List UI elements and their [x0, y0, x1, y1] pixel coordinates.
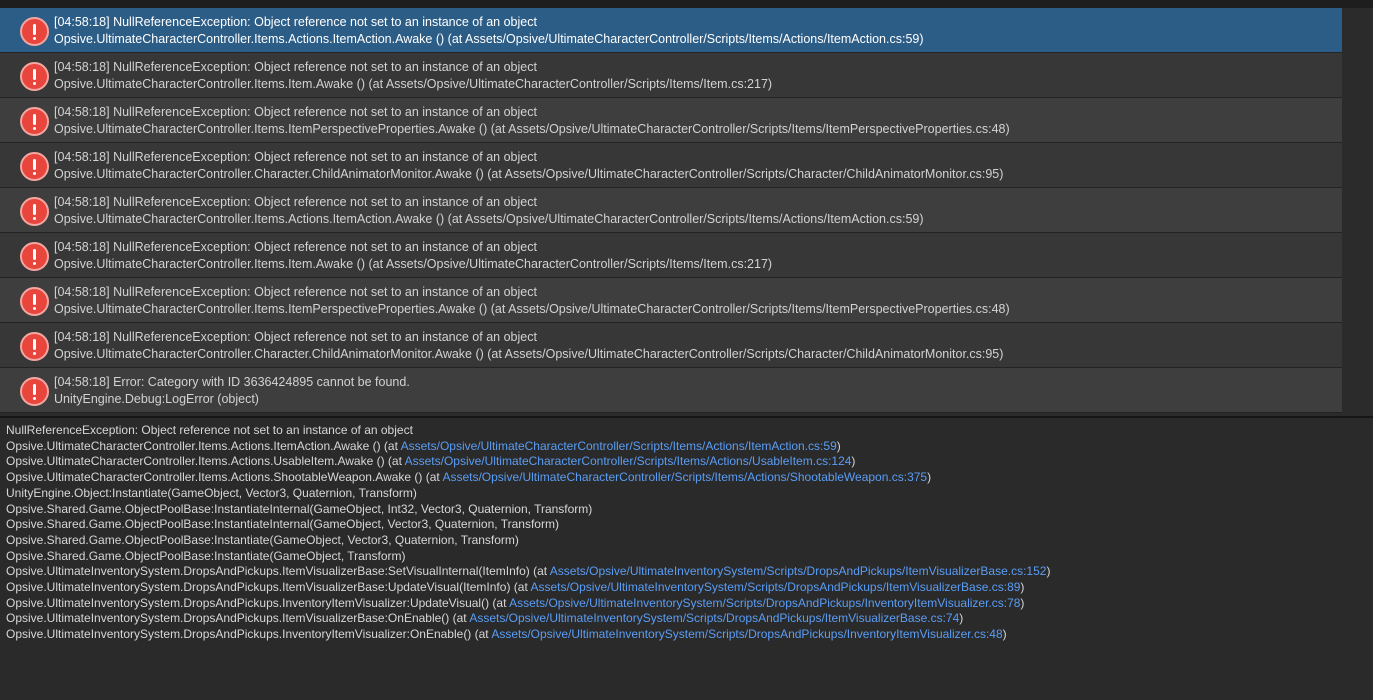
error-icon — [20, 17, 49, 46]
source-link[interactable]: Assets/Opsive/UltimateInventorySystem/Sc… — [550, 564, 1047, 578]
stack-line: Opsive.UltimateInventorySystem.DropsAndP… — [6, 580, 1025, 595]
log-entry-stack: Opsive.UltimateCharacterController.Items… — [54, 122, 1010, 136]
log-entry-stack: Opsive.UltimateCharacterController.Chara… — [54, 347, 1004, 361]
log-entry[interactable]: [04:58:18] NullReferenceException: Objec… — [0, 323, 1342, 368]
error-icon — [20, 62, 49, 91]
error-icon — [20, 377, 49, 406]
log-entry[interactable]: [04:58:18] NullReferenceException: Objec… — [0, 233, 1342, 278]
log-entry-stack: Opsive.UltimateCharacterController.Items… — [54, 257, 773, 271]
error-icon — [20, 242, 49, 271]
log-entry[interactable]: [04:58:18] NullReferenceException: Objec… — [0, 143, 1342, 188]
source-link[interactable]: Assets/Opsive/UltimateInventorySystem/Sc… — [509, 596, 1020, 610]
log-entry-stack: Opsive.UltimateCharacterController.Items… — [54, 32, 924, 46]
stack-line: Opsive.UltimateCharacterController.Items… — [6, 470, 932, 485]
log-entry-message: [04:58:18] NullReferenceException: Objec… — [54, 60, 537, 74]
error-icon — [20, 152, 49, 181]
source-link[interactable]: Assets/Opsive/UltimateCharacterControlle… — [442, 470, 927, 484]
log-entry-message: [04:58:18] NullReferenceException: Objec… — [54, 240, 537, 254]
stack-line: Opsive.Shared.Game.ObjectPoolBase:Instan… — [6, 532, 519, 547]
error-icon — [20, 287, 49, 316]
stack-line: UnityEngine.Object:Instantiate(GameObjec… — [6, 485, 417, 500]
source-link[interactable]: Assets/Opsive/UltimateCharacterControlle… — [401, 439, 837, 453]
stack-line: Opsive.UltimateCharacterController.Items… — [6, 438, 841, 453]
stack-line: Opsive.Shared.Game.ObjectPoolBase:Instan… — [6, 548, 406, 563]
log-entry-stack: UnityEngine.Debug:LogError (object) — [54, 392, 259, 406]
source-link[interactable]: Assets/Opsive/UltimateInventorySystem/Sc… — [491, 627, 1002, 641]
log-entry[interactable]: [04:58:18] NullReferenceException: Objec… — [0, 278, 1342, 323]
log-entry-message: [04:58:18] NullReferenceException: Objec… — [54, 105, 537, 119]
stack-line: Opsive.UltimateInventorySystem.DropsAndP… — [6, 611, 964, 626]
log-entry[interactable]: [04:58:18] NullReferenceException: Objec… — [0, 98, 1342, 143]
stack-line: Opsive.Shared.Game.ObjectPoolBase:Instan… — [6, 517, 559, 532]
log-entry-stack: Opsive.UltimateCharacterController.Items… — [54, 302, 1010, 316]
stack-line: Opsive.Shared.Game.ObjectPoolBase:Instan… — [6, 501, 593, 516]
log-entry-message: [04:58:18] NullReferenceException: Objec… — [54, 15, 537, 29]
log-entry[interactable]: [04:58:18] NullReferenceException: Objec… — [0, 8, 1342, 53]
console-log-list: [04:58:18] NullReferenceException: Objec… — [0, 8, 1342, 416]
log-entry-stack: Opsive.UltimateCharacterController.Items… — [54, 212, 924, 226]
log-entry-stack: Opsive.UltimateCharacterController.Items… — [54, 77, 773, 91]
stack-line: Opsive.UltimateInventorySystem.DropsAndP… — [6, 564, 1051, 579]
stack-line: Opsive.UltimateCharacterController.Items… — [6, 454, 856, 469]
log-entry-message: [04:58:18] NullReferenceException: Objec… — [54, 195, 537, 209]
error-icon — [20, 197, 49, 226]
source-link[interactable]: Assets/Opsive/UltimateCharacterControlle… — [405, 454, 852, 468]
stack-line: Opsive.UltimateInventorySystem.DropsAndP… — [6, 627, 1007, 642]
log-entry[interactable]: [04:58:18] NullReferenceException: Objec… — [0, 188, 1342, 233]
stack-line: NullReferenceException: Object reference… — [6, 423, 413, 437]
source-link[interactable]: Assets/Opsive/UltimateInventorySystem/Sc… — [469, 611, 959, 625]
log-list-scrollbar[interactable] — [1342, 8, 1373, 416]
log-entry-message: [04:58:18] NullReferenceException: Objec… — [54, 150, 537, 164]
console-toolbar-edge — [0, 0, 1373, 8]
log-entry-stack: Opsive.UltimateCharacterController.Chara… — [54, 167, 1004, 181]
log-entry-message: [04:58:18] Error: Category with ID 36364… — [54, 375, 410, 389]
error-icon — [20, 107, 49, 136]
log-entry-message: [04:58:18] NullReferenceException: Objec… — [54, 330, 537, 344]
log-entry-message: [04:58:18] NullReferenceException: Objec… — [54, 285, 537, 299]
source-link[interactable]: Assets/Opsive/UltimateInventorySystem/Sc… — [530, 580, 1020, 594]
log-entry[interactable]: [04:58:18] NullReferenceException: Objec… — [0, 53, 1342, 98]
error-icon — [20, 332, 49, 361]
log-entry[interactable]: [04:58:18] Error: Category with ID 36364… — [0, 368, 1342, 413]
stack-line: Opsive.UltimateInventorySystem.DropsAndP… — [6, 595, 1025, 610]
stack-trace-detail: NullReferenceException: Object reference… — [0, 418, 1373, 700]
